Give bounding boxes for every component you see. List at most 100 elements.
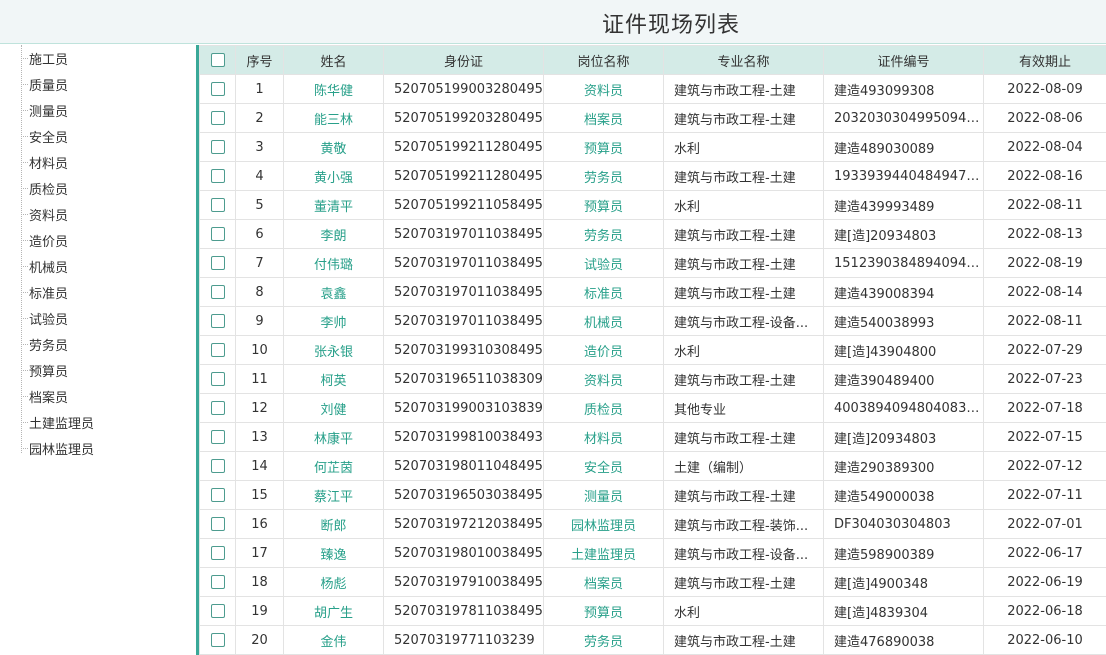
row-checkbox[interactable] — [210, 633, 225, 647]
table-row[interactable]: 2 能三林 520705199203280495 档案员 建筑与市政工程-土建 20320… — [199, 103, 1106, 133]
row-select-cell[interactable] — [199, 393, 236, 423]
row-name[interactable]: 何芷茵 — [283, 451, 384, 481]
row-checkbox[interactable] — [210, 256, 225, 270]
row-select-cell[interactable] — [199, 335, 236, 365]
row-name[interactable]: 袁鑫 — [283, 277, 384, 307]
table-row[interactable]: 13 林康平 520703199810038493 材料员 建筑与市政工程-土建 建[造]… — [199, 422, 1106, 452]
column-header-seq[interactable]: 序号 — [235, 45, 284, 75]
row-select-cell[interactable] — [199, 190, 236, 220]
table-row[interactable]: 18 杨彪 520703197910038495 档案员 建筑与市政工程-土建 建[造]4… — [199, 567, 1106, 597]
sidebar-item[interactable]: 材料员 — [21, 149, 68, 175]
row-name[interactable]: 蔡江平 — [283, 480, 384, 510]
table-row[interactable]: 14 何芷茵 520703198011048495 安全员 土建（编制） 建造290389… — [199, 451, 1106, 481]
sidebar-item[interactable]: 土建监理员 — [21, 409, 94, 435]
column-header-major[interactable]: 专业名称 — [663, 45, 824, 75]
row-name[interactable]: 能三林 — [283, 103, 384, 133]
column-header-name[interactable]: 姓名 — [283, 45, 384, 75]
row-select-cell[interactable] — [199, 277, 236, 307]
row-checkbox[interactable] — [210, 546, 225, 560]
row-select-cell[interactable] — [199, 161, 236, 191]
sidebar-item[interactable]: 资料员 — [21, 201, 68, 227]
row-name[interactable]: 刘健 — [283, 393, 384, 423]
sidebar-item[interactable]: 预算员 — [21, 357, 68, 383]
table-row[interactable]: 9 李帅 520703197011038495 机械员 建筑与市政工程-设备... 建造5… — [199, 306, 1106, 336]
row-checkbox[interactable] — [210, 517, 225, 531]
row-name[interactable]: 张永银 — [283, 335, 384, 365]
sidebar-item[interactable]: 质量员 — [21, 71, 68, 97]
row-select-cell[interactable] — [199, 596, 236, 626]
row-checkbox[interactable] — [210, 198, 225, 212]
row-select-cell[interactable] — [199, 625, 236, 655]
row-checkbox[interactable] — [210, 227, 225, 241]
sidebar-item[interactable]: 测量员 — [21, 97, 68, 123]
row-checkbox[interactable] — [210, 343, 225, 357]
row-name[interactable]: 胡广生 — [283, 596, 384, 626]
row-checkbox[interactable] — [210, 575, 225, 589]
row-checkbox[interactable] — [210, 430, 225, 444]
sidebar-item[interactable]: 试验员 — [21, 305, 68, 331]
column-header-cert-no[interactable]: 证件编号 — [823, 45, 984, 75]
row-name[interactable]: 柯英 — [283, 364, 384, 394]
row-select-cell[interactable] — [199, 248, 236, 278]
row-checkbox[interactable] — [210, 488, 225, 502]
table-row[interactable]: 1 陈华健 520705199003280495 资料员 建筑与市政工程-土建 建造493… — [199, 74, 1106, 104]
row-checkbox[interactable] — [210, 372, 225, 386]
column-header-expiry[interactable]: 有效期止 — [983, 45, 1106, 75]
table-row[interactable]: 7 付伟璐 520703197011038495 试验员 建筑与市政工程-土建 15123… — [199, 248, 1106, 278]
column-header-position[interactable]: 岗位名称 — [543, 45, 664, 75]
table-row[interactable]: 12 刘健 520703199003103839 质检员 其他专业 40038940948… — [199, 393, 1106, 423]
table-row[interactable]: 19 胡广生 520703197811038495 预算员 水利 建[造]4839304 2… — [199, 596, 1106, 626]
row-select-cell[interactable] — [199, 306, 236, 336]
row-select-cell[interactable] — [199, 480, 236, 510]
row-name[interactable]: 黄小强 — [283, 161, 384, 191]
row-checkbox[interactable] — [210, 285, 225, 299]
sidebar-item[interactable]: 园林监理员 — [21, 435, 94, 461]
table-row[interactable]: 4 黄小强 520705199211280495 劳务员 建筑与市政工程-土建 19339… — [199, 161, 1106, 191]
sidebar-item[interactable]: 造价员 — [21, 227, 68, 253]
table-row[interactable]: 11 柯英 520703196511038309 资料员 建筑与市政工程-土建 建造390… — [199, 364, 1106, 394]
row-select-cell[interactable] — [199, 219, 236, 249]
row-name[interactable]: 李帅 — [283, 306, 384, 336]
column-header-id-card[interactable]: 身份证 — [383, 45, 544, 75]
row-name[interactable]: 李朗 — [283, 219, 384, 249]
select-all-checkbox[interactable] — [210, 53, 225, 67]
row-name[interactable]: 金伟 — [283, 625, 384, 655]
row-select-cell[interactable] — [199, 364, 236, 394]
row-checkbox[interactable] — [210, 401, 225, 415]
sidebar-item[interactable]: 施工员 — [21, 45, 68, 71]
sidebar-item[interactable]: 劳务员 — [21, 331, 68, 357]
row-name[interactable]: 陈华健 — [283, 74, 384, 104]
table-row[interactable]: 6 李朗 520703197011038495 劳务员 建筑与市政工程-土建 建[造]20… — [199, 219, 1106, 249]
sidebar-item[interactable]: 档案员 — [21, 383, 68, 409]
table-row[interactable]: 3 黄敬 520705199211280495 预算员 水利 建造489030089 202… — [199, 132, 1106, 162]
row-select-cell[interactable] — [199, 509, 236, 539]
row-checkbox[interactable] — [210, 169, 225, 183]
row-select-cell[interactable] — [199, 103, 236, 133]
row-select-cell[interactable] — [199, 451, 236, 481]
row-select-cell[interactable] — [199, 567, 236, 597]
row-name[interactable]: 林康平 — [283, 422, 384, 452]
row-select-cell[interactable] — [199, 132, 236, 162]
sidebar-item[interactable]: 质检员 — [21, 175, 68, 201]
table-row[interactable]: 20 金伟 52070319771103239 劳务员 建筑与市政工程-土建 建造4768… — [199, 625, 1106, 655]
row-checkbox[interactable] — [210, 111, 225, 125]
table-row[interactable]: 5 董清平 520705199211058495 预算员 水利 建造439993489 20… — [199, 190, 1106, 220]
select-all-cell[interactable] — [199, 45, 236, 75]
row-checkbox[interactable] — [210, 82, 225, 96]
table-row[interactable]: 8 袁鑫 520703197011038495 标准员 建筑与市政工程-土建 建造4390… — [199, 277, 1106, 307]
row-select-cell[interactable] — [199, 74, 236, 104]
table-row[interactable]: 16 断郎 520703197212038495 园林监理员 建筑与市政工程-装饰...… — [199, 509, 1106, 539]
row-name[interactable]: 断郎 — [283, 509, 384, 539]
row-name[interactable]: 杨彪 — [283, 567, 384, 597]
row-checkbox[interactable] — [210, 459, 225, 473]
row-select-cell[interactable] — [199, 538, 236, 568]
sidebar-item[interactable]: 机械员 — [21, 253, 68, 279]
table-row[interactable]: 10 张永银 520703199310308495 造价员 水利 建[造]43904800… — [199, 335, 1106, 365]
row-name[interactable]: 董清平 — [283, 190, 384, 220]
row-checkbox[interactable] — [210, 314, 225, 328]
row-checkbox[interactable] — [210, 604, 225, 618]
table-row[interactable]: 17 臻逸 520703198010038495 土建监理员 建筑与市政工程-设备...… — [199, 538, 1106, 568]
sidebar-item[interactable]: 安全员 — [21, 123, 68, 149]
row-select-cell[interactable] — [199, 422, 236, 452]
table-row[interactable]: 15 蔡江平 520703196503038495 测量员 建筑与市政工程-土建 建造54… — [199, 480, 1106, 510]
